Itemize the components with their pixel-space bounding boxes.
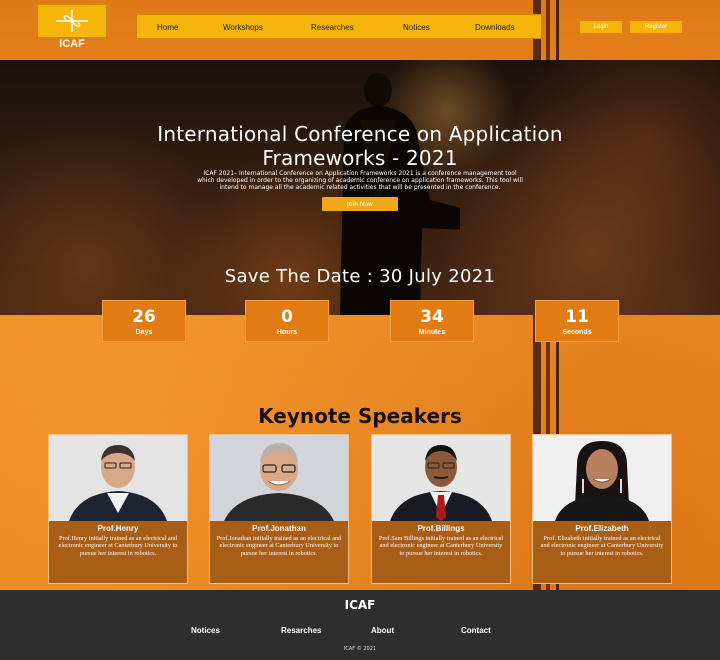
speaker-portrait-icon xyxy=(210,435,348,521)
footer-link-researches[interactable]: Resarches xyxy=(281,626,321,635)
footer-link-notices[interactable]: Notices xyxy=(191,626,220,635)
speaker-info: Prof.Elizabeth Prof. Elizabeth initially… xyxy=(533,521,671,583)
login-button[interactable]: Login xyxy=(580,21,622,33)
save-the-date: Save The Date : 30 July 2021 xyxy=(224,266,496,287)
speaker-card: Prof.Henry Prof.Henry initially trained … xyxy=(48,434,188,584)
countdown-minutes: 34 Minutes xyxy=(390,300,474,342)
footer-title: ICAF xyxy=(344,598,376,612)
nav-downloads[interactable]: Downloads xyxy=(475,23,515,32)
speaker-bio: Prof.Sam Billings initially trained as a… xyxy=(378,535,504,557)
speaker-card: Prof.Elizabeth Prof. Elizabeth initially… xyxy=(532,434,672,584)
nav-workshops[interactable]: Workshops xyxy=(223,23,263,32)
speaker-portrait-icon xyxy=(533,435,671,521)
speaker-photo xyxy=(210,435,348,521)
copyright-text: ICAF © 2021 xyxy=(343,646,377,652)
speaker-bio: Prof. Elizabeth initially trained as an … xyxy=(540,535,664,557)
footer-link-contact[interactable]: Contact xyxy=(461,626,491,635)
speaker-portrait-icon xyxy=(49,435,187,521)
page: ICAF Home Workshops Researches Notices D… xyxy=(0,0,720,660)
join-now-button[interactable]: Join Now xyxy=(322,197,398,211)
speaker-name: Prof.Billings xyxy=(417,524,465,533)
speaker-info: Prof.Billings Prof.Sam Billings initiall… xyxy=(372,521,510,583)
speaker-photo xyxy=(49,435,187,521)
speaker-photo xyxy=(533,435,671,521)
site-footer: ICAF Notices Resarches About Contact ICA… xyxy=(0,590,720,660)
speaker-info: Prof.Henry Prof.Henry initially trained … xyxy=(49,521,187,583)
nav-researches[interactable]: Researches xyxy=(311,23,354,32)
speaker-name: Prof.Elizabeth xyxy=(575,524,629,533)
keynote-title: Keynote Speakers xyxy=(258,404,462,428)
countdown-seconds: 11 Seconds xyxy=(535,300,619,342)
speaker-card: Prof.Billings Prof.Sam Billings initiall… xyxy=(371,434,511,584)
site-logo[interactable] xyxy=(37,4,107,38)
logo-emblem-icon xyxy=(56,10,88,32)
hero-banner: International Conference on Application … xyxy=(0,60,720,315)
speaker-name: Prof.Jonathan xyxy=(252,524,306,533)
hero-title: International Conference on Application … xyxy=(157,122,563,170)
nav-notices[interactable]: Notices xyxy=(403,23,430,32)
speaker-name: Prof.Henry xyxy=(97,524,139,533)
countdown-days: 26 Days xyxy=(102,300,186,342)
speaker-card: Prof.Jonathan Prof.Jonathan initially tr… xyxy=(209,434,349,584)
speaker-photo xyxy=(372,435,510,521)
hero-description: ICAF 2021– International Conference on A… xyxy=(197,170,523,191)
speaker-bio: Prof.Jonathan initially trained as an el… xyxy=(216,535,342,557)
countdown-hours: 0 Hours xyxy=(245,300,329,342)
register-button[interactable]: Register xyxy=(630,21,682,33)
speaker-info: Prof.Jonathan Prof.Jonathan initially tr… xyxy=(210,521,348,583)
logo-text: ICAF xyxy=(59,38,85,50)
main-nav: Home Workshops Researches Notices Downlo… xyxy=(136,14,542,39)
speaker-portrait-icon xyxy=(372,435,510,521)
nav-home[interactable]: Home xyxy=(157,23,178,32)
footer-link-about[interactable]: About xyxy=(371,626,394,635)
speaker-bio: Prof.Henry initially trained as an elect… xyxy=(58,535,178,557)
